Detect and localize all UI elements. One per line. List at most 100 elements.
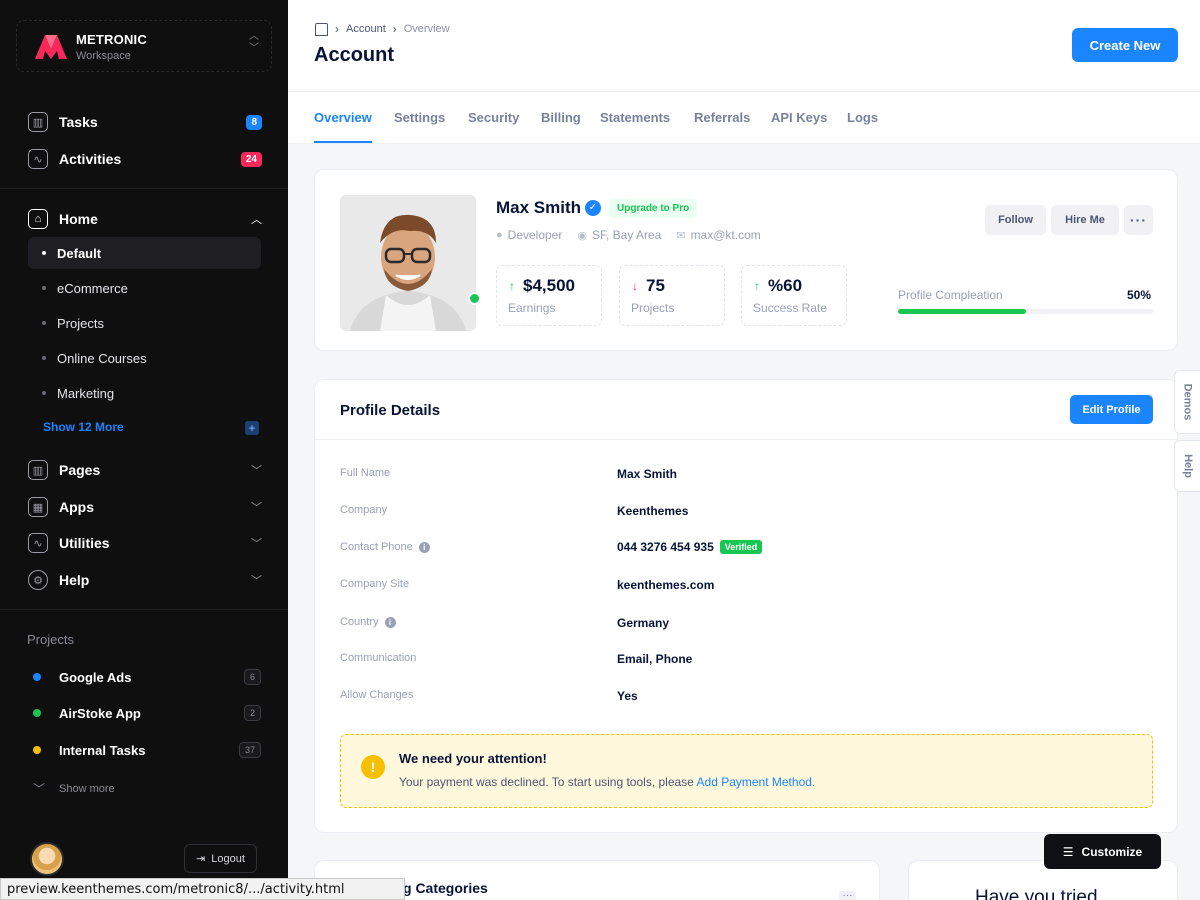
divider: [0, 609, 288, 610]
project-dot-icon: [33, 673, 41, 681]
project-label: Google Ads: [59, 669, 132, 685]
project-label: Internal Tasks: [59, 742, 146, 758]
project-item-airstoke-app[interactable]: AirStoke App 2: [33, 703, 261, 723]
row-label-contact-phone: Contact Phone i: [340, 541, 430, 553]
stat-label: Projects: [631, 301, 675, 315]
more-options-icon[interactable]: ···: [839, 891, 856, 900]
tab-overview[interactable]: Overview: [314, 110, 372, 125]
stat-earnings: ↑ $4,500 Earnings: [496, 265, 602, 326]
sidebar-item-pages[interactable]: ▥ Pages ﹀: [28, 458, 262, 482]
edit-profile-button[interactable]: Edit Profile: [1070, 395, 1153, 424]
breadcrumb-current: Overview: [403, 23, 450, 35]
tab-statements[interactable]: Statements: [600, 110, 670, 125]
sidebar-subitem-default[interactable]: Default: [28, 237, 261, 269]
profile-completion-fill: [898, 309, 1026, 314]
projects-header: Projects: [27, 632, 74, 647]
workspace-switcher[interactable]: METRONIC Workspace ︿ ﹀: [16, 20, 272, 72]
tab-billing[interactable]: Billing: [541, 110, 581, 125]
project-item-internal-tasks[interactable]: Internal Tasks 37: [33, 740, 261, 760]
show-more-label: Show more: [59, 782, 115, 795]
info-icon[interactable]: i: [418, 541, 430, 553]
role-text: Developer: [507, 228, 563, 242]
upgrade-to-pro-badge[interactable]: Upgrade to Pro: [609, 199, 698, 218]
breadcrumb-item[interactable]: Account: [346, 23, 386, 35]
profile-name: Max Smith: [496, 198, 582, 217]
home-icon: ⌂: [28, 209, 48, 229]
row-value-allow-changes: Yes: [617, 689, 638, 703]
arrow-down-icon: ↓: [632, 279, 638, 293]
tab-referrals[interactable]: Referrals: [694, 110, 750, 125]
tab-logs[interactable]: Logs: [847, 110, 878, 125]
sidebar-subitem-marketing[interactable]: Marketing: [28, 377, 261, 409]
stat-success-rate: ↑ %60 Success Rate: [741, 265, 847, 326]
label-text: Company: [340, 504, 388, 516]
sidebar-item-label: Tasks: [59, 114, 98, 130]
logout-icon: ⇥: [196, 853, 206, 865]
alert-title: We need your attention!: [399, 751, 547, 766]
stat-projects: ↓ 75 Projects: [619, 265, 725, 326]
tab-security[interactable]: Security: [468, 110, 519, 125]
profile-details-title: Profile Details: [340, 402, 441, 419]
browser-status-url: preview.keenthemes.com/metronic8/.../act…: [0, 878, 405, 900]
follow-button[interactable]: Follow: [985, 205, 1046, 235]
tab-api-keys[interactable]: API Keys: [771, 110, 827, 125]
profile-completion-bar: [898, 309, 1153, 314]
logout-button[interactable]: ⇥ Logout: [184, 844, 257, 873]
label-text: Allow Changes: [340, 689, 414, 701]
sidebar-subitem-ecommerce[interactable]: eCommerce: [28, 272, 261, 304]
profile-location: ◉ SF, Bay Area: [577, 228, 661, 242]
gear-icon: ⚙: [28, 570, 48, 590]
sidebar-subitem-projects[interactable]: Projects: [28, 307, 261, 339]
sidebar-item-tasks[interactable]: ▥ Tasks 8: [28, 110, 262, 134]
chevron-down-icon: ﹀: [251, 538, 262, 550]
add-payment-method-link[interactable]: Add Payment Method.: [697, 775, 816, 789]
create-new-button[interactable]: Create New: [1072, 28, 1178, 62]
row-label-company: Company: [340, 504, 387, 516]
sidebar-subitem-label: Projects: [57, 315, 104, 331]
label-text: Full Name: [340, 467, 391, 479]
stat-number: %60: [768, 276, 803, 295]
hire-me-button[interactable]: Hire Me: [1051, 205, 1119, 235]
help-label: Help: [1181, 454, 1194, 478]
show-more-link[interactable]: Show 12 More: [43, 420, 124, 434]
more-options-icon[interactable]: ···: [1124, 205, 1153, 235]
profile-email[interactable]: ✉ max@kt.com: [676, 228, 760, 242]
project-count: 2: [243, 705, 261, 721]
page-title: Account: [314, 44, 394, 66]
sidebar-item-home[interactable]: ⌂ Home ︿: [28, 207, 262, 231]
sidebar-item-help[interactable]: ⚙ Help ﹀: [28, 568, 262, 592]
profile-details-card: Profile Details Edit Profile Full Name M…: [314, 379, 1178, 833]
chevron-down-icon: ﹀: [251, 502, 262, 514]
tab-settings[interactable]: Settings: [394, 110, 445, 125]
activities-badge: 24: [240, 151, 262, 167]
help-tab[interactable]: Help: [1174, 440, 1200, 492]
chevron-down-icon: ﹀: [251, 465, 262, 477]
demos-tab[interactable]: Demos: [1174, 370, 1200, 434]
workspace-name: METRONIC: [76, 32, 147, 47]
stat-value: ↑ $4,500: [509, 276, 575, 296]
project-item-google-ads[interactable]: Google Ads 6: [33, 667, 261, 687]
sidebar-item-utilities[interactable]: ∿ Utilities ﹀: [28, 531, 262, 555]
avatar[interactable]: [30, 842, 64, 876]
sidebar-subitem-online-courses[interactable]: Online Courses: [28, 342, 261, 374]
sidebar-item-apps[interactable]: ▦ Apps ﹀: [28, 495, 262, 519]
plus-icon[interactable]: +: [245, 421, 259, 435]
sidebar-item-activities[interactable]: ∿ Activities 24: [28, 147, 262, 171]
home-icon[interactable]: [315, 22, 328, 36]
row-value-contact-phone: 044 3276 454 935 Verified: [617, 540, 763, 554]
info-icon[interactable]: i: [384, 616, 396, 628]
row-label-allow-changes: Allow Changes: [340, 689, 413, 701]
customize-button[interactable]: ☰ Customize: [1044, 834, 1161, 869]
workspace-subtitle: Workspace: [76, 50, 131, 62]
row-value-company-site[interactable]: keenthemes.com: [617, 578, 714, 592]
stat-label: Earnings: [508, 301, 556, 315]
project-dot-icon: [33, 746, 41, 754]
location-text: SF, Bay Area: [591, 228, 662, 242]
label-text: Country: [340, 616, 379, 628]
projects-show-more[interactable]: ﹀ Show more: [33, 780, 115, 797]
envelope-icon: ✉: [676, 229, 686, 242]
location-pin-icon: ◉: [577, 229, 587, 242]
project-label: AirStoke App: [59, 705, 141, 721]
project-count: 37: [238, 742, 261, 758]
stat-number: $4,500: [523, 276, 575, 295]
